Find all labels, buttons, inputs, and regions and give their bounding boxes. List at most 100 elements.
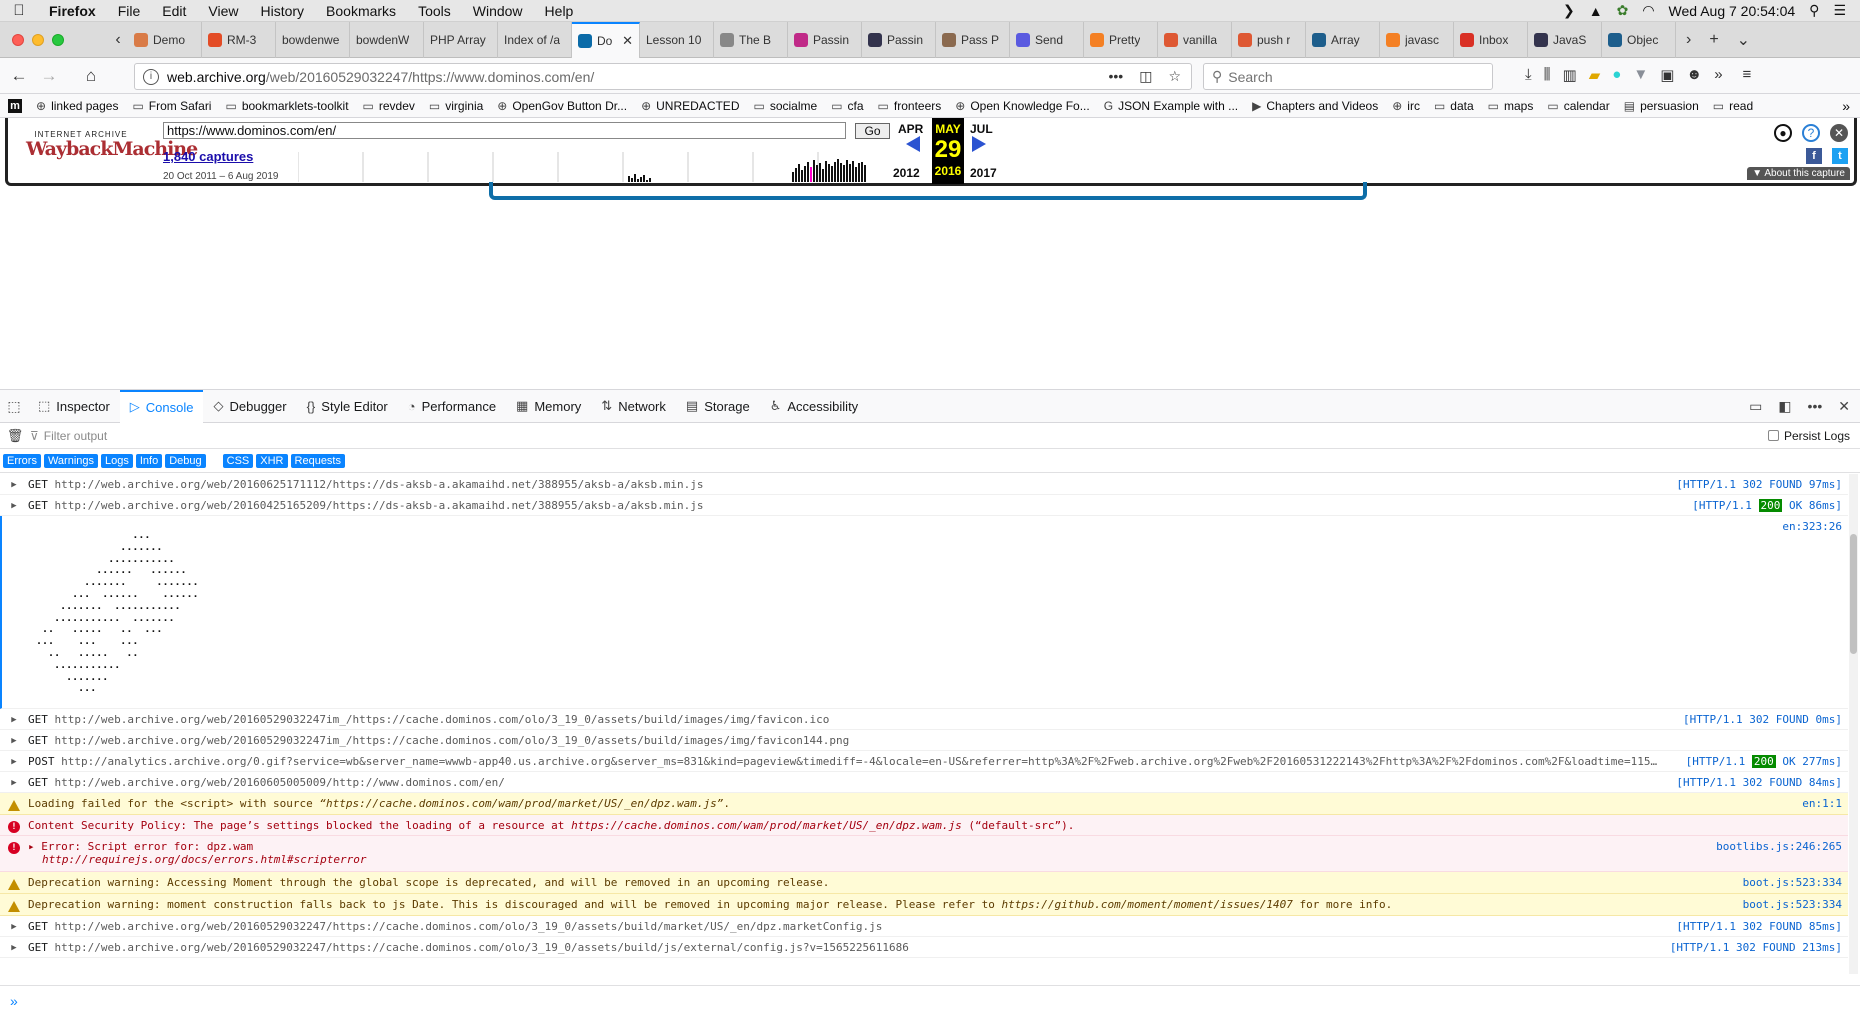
warning-source-link[interactable]: boot.js:523:334 bbox=[1743, 876, 1848, 889]
devtools-tab[interactable]: ◇ Debugger bbox=[203, 390, 296, 423]
menu-help[interactable]: Help bbox=[534, 3, 585, 19]
menu-history[interactable]: History bbox=[249, 3, 315, 19]
expand-triangle-icon[interactable]: ▶ bbox=[0, 776, 28, 788]
bookmark-item[interactable]: ▭ cfa bbox=[831, 99, 863, 113]
expand-triangle-icon[interactable]: ▶ bbox=[0, 499, 28, 511]
expand-triangle-icon[interactable]: ▶ bbox=[0, 478, 28, 490]
console-network-row[interactable]: ▶ GET http://web.archive.org/web/20160529… bbox=[0, 916, 1848, 937]
console-filter-category[interactable]: Warnings bbox=[43, 453, 99, 468]
element-picker-icon[interactable]: ⬚ bbox=[0, 398, 28, 415]
vlc-icon[interactable]: ▲ bbox=[1589, 3, 1603, 19]
bookmark-item[interactable]: ⊕ OpenGov Button Dr... bbox=[497, 99, 627, 113]
request-status[interactable]: [HTTP/1.1 302 FOUND 213ms] bbox=[1670, 941, 1848, 954]
browser-tab[interactable]: Do ✕ bbox=[572, 21, 640, 58]
extension-avatar-icon[interactable]: ☻ bbox=[1686, 66, 1702, 84]
request-status[interactable]: [HTTP/1.1 302 FOUND 0ms] bbox=[1683, 713, 1848, 726]
console-filter-category[interactable]: Debug bbox=[165, 453, 206, 468]
wayback-help-icon[interactable]: ? bbox=[1802, 124, 1820, 142]
request-url[interactable]: http://web.archive.org/web/2016042516520… bbox=[55, 499, 704, 512]
warning-source-link[interactable]: en:1:1 bbox=[1802, 797, 1848, 810]
persist-logs-checkbox[interactable]: Persist Logs bbox=[1767, 429, 1860, 443]
console-network-row[interactable]: ▶ GET http://web.archive.org/web/20160529… bbox=[0, 730, 1848, 751]
menu-app-name[interactable]: Firefox bbox=[38, 3, 107, 19]
wayback-prev-capture-icon[interactable] bbox=[906, 136, 920, 152]
wayback-next-month[interactable]: JUL bbox=[970, 122, 993, 136]
spotlight-search-icon[interactable]: ⚲ bbox=[1809, 2, 1819, 19]
downloads-icon[interactable]: ⤓ bbox=[1525, 66, 1532, 84]
wayback-captures-link[interactable]: 1,840 captures bbox=[163, 149, 253, 164]
error-link[interactable]: https://cache.dominos.com/wam/prod/marke… bbox=[571, 819, 962, 832]
extension-folder-icon[interactable]: ▰ bbox=[1589, 66, 1601, 84]
extension-container-icon[interactable]: ▣ bbox=[1660, 66, 1674, 84]
overflow-chevron-icon[interactable]: » bbox=[1714, 66, 1722, 84]
console-filter-category[interactable]: Errors bbox=[3, 453, 41, 468]
extension-v-icon[interactable]: ▼ bbox=[1633, 66, 1648, 84]
bookmark-item[interactable]: ▭ fronteers bbox=[878, 99, 942, 113]
console-network-row[interactable]: ▶ POST http://analytics.archive.org/0.gif… bbox=[0, 751, 1848, 772]
console-network-row[interactable]: ▶ GET http://web.archive.org/web/20160529… bbox=[0, 937, 1848, 958]
close-window-button[interactable] bbox=[12, 33, 24, 46]
minimize-window-button[interactable] bbox=[32, 33, 44, 46]
wayback-close-icon[interactable]: ✕ bbox=[1830, 124, 1848, 142]
request-url[interactable]: http://web.archive.org/web/2016052903224… bbox=[55, 734, 850, 747]
bookmark-item[interactable]: ▭ revdev bbox=[363, 99, 415, 113]
expand-triangle-icon[interactable]: ▶ bbox=[0, 734, 28, 746]
console-network-row[interactable]: ▶ GET http://web.archive.org/web/20160605… bbox=[0, 772, 1848, 793]
request-status[interactable]: [HTTP/1.1 302 FOUND 84ms] bbox=[1676, 776, 1848, 789]
browser-tab[interactable]: Demo bbox=[128, 21, 202, 58]
browser-tab[interactable]: bowdenwe bbox=[276, 21, 350, 58]
devtools-menu-icon[interactable]: ••• bbox=[1808, 398, 1823, 415]
bookmark-item[interactable]: ▭ read bbox=[1713, 99, 1753, 113]
expand-triangle-icon[interactable]: ▶ bbox=[0, 713, 28, 725]
menu-window[interactable]: Window bbox=[462, 3, 534, 19]
bookmark-item[interactable]: ▭ bookmarklets-toolkit bbox=[225, 99, 348, 113]
browser-tab[interactable]: Passin bbox=[788, 21, 862, 58]
request-status[interactable]: [HTTP/1.1 302 FOUND 97ms] bbox=[1676, 478, 1848, 491]
forward-button[interactable]: → bbox=[34, 66, 64, 86]
menu-view[interactable]: View bbox=[197, 3, 249, 19]
browser-tab[interactable]: Pretty bbox=[1084, 21, 1158, 58]
persist-logs-check[interactable] bbox=[1767, 430, 1779, 441]
wayback-next-year[interactable]: 2017 bbox=[970, 166, 997, 180]
devtools-tab[interactable]: ⬚ Inspector bbox=[28, 390, 120, 423]
request-url[interactable]: http://web.archive.org/web/2016052903224… bbox=[55, 941, 909, 954]
console-network-row[interactable]: ▶ GET http://web.archive.org/web/20160529… bbox=[0, 709, 1848, 730]
expand-triangle-icon[interactable]: ▶ bbox=[0, 755, 28, 767]
browser-tab[interactable]: PHP Array bbox=[424, 21, 498, 58]
browser-tab[interactable]: Lesson 10 bbox=[640, 21, 714, 58]
browser-tab[interactable]: JavaS bbox=[1528, 21, 1602, 58]
warning-source-link[interactable]: boot.js:523:334 bbox=[1743, 898, 1848, 911]
site-info-icon[interactable]: i bbox=[143, 68, 159, 85]
wayback-go-button[interactable]: Go bbox=[855, 123, 890, 139]
facebook-icon[interactable]: f bbox=[1806, 148, 1822, 164]
browser-tab[interactable]: javasc bbox=[1380, 21, 1454, 58]
tab-scroll-left-icon[interactable]: ‹ bbox=[108, 31, 128, 49]
menu-clock[interactable]: Wed Aug 7 20:54:04 bbox=[1669, 3, 1796, 19]
console-filter-category[interactable]: Info bbox=[135, 453, 163, 468]
split-console-icon[interactable]: ◧ bbox=[1778, 398, 1791, 415]
bookmark-item[interactable]: ▭ calendar bbox=[1547, 99, 1609, 113]
bookmark-item[interactable]: ⊕ irc bbox=[1392, 99, 1420, 113]
home-button[interactable]: ⌂ bbox=[76, 66, 106, 86]
request-url[interactable]: http://web.archive.org/web/2016052903224… bbox=[55, 920, 883, 933]
browser-tab[interactable]: Passin bbox=[862, 21, 936, 58]
console-scroll-thumb[interactable] bbox=[1850, 534, 1857, 654]
log-source-link[interactable]: en:323:26 bbox=[1782, 520, 1848, 533]
console-filter-net-category[interactable]: Requests bbox=[290, 453, 345, 468]
wayback-url-input[interactable]: https://www.dominos.com/en/ bbox=[163, 122, 846, 139]
pocket-icon[interactable]: ◫ bbox=[1139, 68, 1152, 85]
warning-link[interactable]: https://github.com/moment/moment/issues/… bbox=[1002, 898, 1293, 911]
all-tabs-chevron-icon[interactable]: ⌄ bbox=[1737, 30, 1750, 50]
control-center-icon[interactable]: ☰ bbox=[1833, 2, 1846, 19]
page-actions-icon[interactable]: ••• bbox=[1108, 68, 1123, 85]
browser-tab[interactable]: Pass P bbox=[936, 21, 1010, 58]
devtools-tab[interactable]: ▤ Storage bbox=[676, 390, 760, 423]
wayback-next-capture-icon[interactable] bbox=[972, 136, 986, 152]
close-tab-icon[interactable]: ✕ bbox=[622, 33, 633, 49]
browser-tab[interactable]: The B bbox=[714, 21, 788, 58]
browser-tab[interactable]: push r bbox=[1232, 21, 1306, 58]
bookmark-item[interactable]: ▭ socialme bbox=[753, 99, 817, 113]
warning-link[interactable]: “https://cache.dominos.com/wam/prod/mark… bbox=[319, 797, 723, 810]
extension-circle-icon[interactable]: ● bbox=[1612, 66, 1621, 84]
browser-tab[interactable]: Array bbox=[1306, 21, 1380, 58]
